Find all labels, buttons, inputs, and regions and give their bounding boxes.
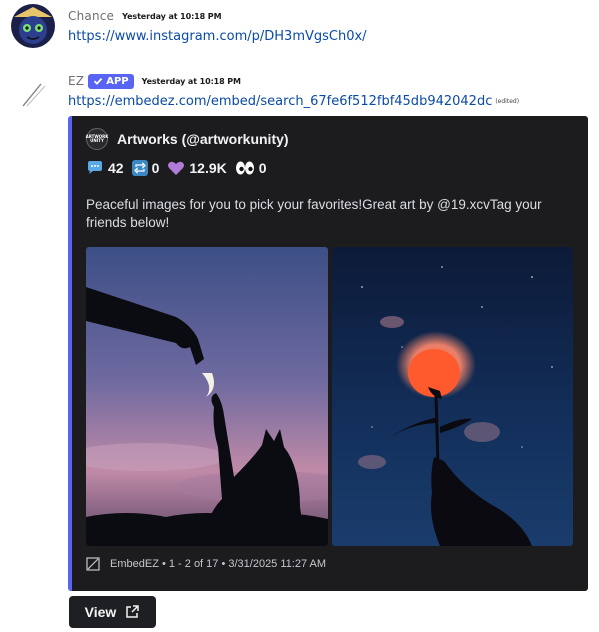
username[interactable]: EZ: [68, 74, 84, 88]
embed-footer: EmbedEZ • 1 - 2 of 17 • 3/31/2025 11:27 …: [86, 554, 326, 574]
eyes-icon: [235, 161, 254, 175]
views-stat: 0: [235, 160, 267, 176]
repost-icon: [131, 160, 148, 176]
views-count: 0: [258, 160, 267, 176]
hand-cat-moon-image[interactable]: [86, 247, 328, 546]
timestamp: Yesterday at 10:18 PM: [122, 11, 222, 21]
reposts-stat: 0: [131, 160, 160, 176]
message-link[interactable]: https://www.instagram.com/p/DH3mVgsCh0x/: [68, 29, 367, 44]
message-link[interactable]: https://embedez.com/embed/search_67fe6f5…: [68, 94, 492, 109]
message-link-line: https://embedez.com/embed/search_67fe6f5…: [68, 94, 519, 109]
app-badge: APP: [88, 73, 134, 89]
view-button[interactable]: View: [69, 596, 156, 628]
user-avatar-ez[interactable]: [11, 72, 55, 116]
view-button-label: View: [84, 604, 117, 620]
message-header: EZ APP Yesterday at 10:18 PM: [68, 72, 241, 90]
author-icon: ARTWORK UNITY: [86, 128, 108, 150]
edited-tag: (edited): [495, 98, 520, 105]
embed-author: ARTWORK UNITY Artworks (@artworkunity): [86, 128, 289, 150]
username[interactable]: Chance: [68, 9, 114, 23]
embedez-logo-icon: [86, 557, 100, 571]
embed-author-name[interactable]: Artworks (@artworkunity): [117, 131, 289, 147]
embed-description: Peaceful images for you to pick your fav…: [86, 197, 542, 230]
message-header: Chance Yesterday at 10:18 PM: [68, 7, 222, 25]
checkmark-icon: [94, 77, 103, 85]
comments-count: 42: [108, 160, 124, 176]
embed-stats: 42 0 12.9K 0: [86, 158, 271, 178]
reposts-count: 0: [151, 160, 160, 176]
message-chance: Chance Yesterday at 10:18 PM https://www…: [0, 0, 599, 60]
likes-stat: 12.9K: [167, 160, 227, 176]
embed-footer-text: EmbedEZ • 1 - 2 of 17 • 3/31/2025 11:27 …: [110, 558, 327, 570]
purple-heart-icon: [168, 161, 185, 175]
external-link-icon: [126, 605, 140, 618]
hand-rose-cloud-image[interactable]: [332, 247, 573, 546]
likes-count: 12.9K: [189, 160, 227, 176]
message-ez: EZ APP Yesterday at 10:18 PM https://emb…: [0, 68, 599, 116]
timestamp: Yesterday at 10:18 PM: [141, 76, 241, 86]
speech-bubble-icon: [88, 161, 102, 174]
rich-embed: ARTWORK UNITY Artworks (@artworkunity) 4…: [68, 116, 588, 591]
app-badge-label: APP: [106, 75, 129, 87]
user-avatar-chance[interactable]: [11, 4, 55, 48]
comments-stat: 42: [86, 160, 124, 176]
